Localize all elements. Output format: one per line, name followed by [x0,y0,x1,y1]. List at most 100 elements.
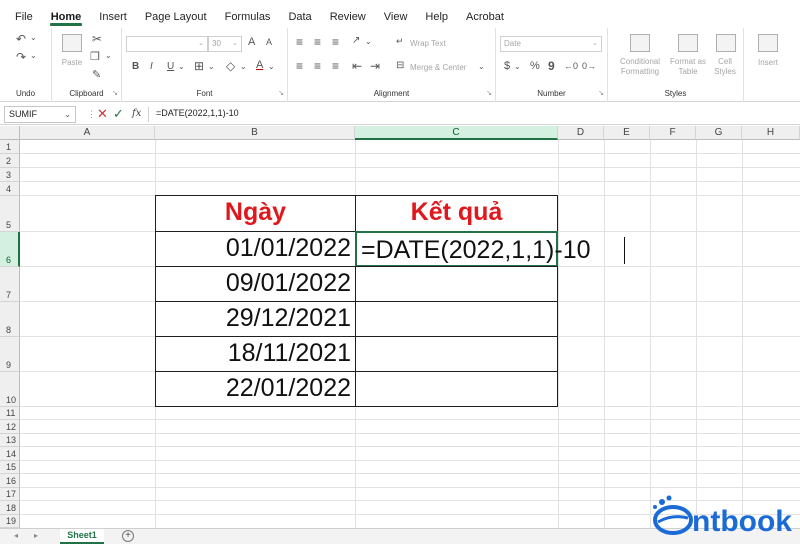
decrease-decimal-icon[interactable]: 0→ [582,61,596,71]
row-header-16[interactable]: 16 [0,474,20,488]
formula-input[interactable]: =DATE(2022,1,1)-10 [156,108,239,118]
align-left-icon[interactable]: ≡ [296,59,303,73]
column-header-g[interactable]: G [696,126,742,140]
borders-icon[interactable]: ⊞ [194,59,204,73]
menu-acrobat[interactable]: Acrobat [457,0,513,28]
insert-cells-button[interactable]: Insert [748,58,788,68]
font-color-dropdown-icon[interactable]: ⌄ [268,62,275,71]
menu-data[interactable]: Data [279,0,320,28]
paste-icon[interactable] [62,34,82,52]
conditional-formatting-button[interactable]: Conditional Formatting [610,57,670,77]
cell-b7-date[interactable]: 09/01/2022 [155,266,356,302]
row-header-10[interactable]: 10 [0,372,20,407]
shrink-font-icon[interactable]: A [266,37,272,47]
column-header-e[interactable]: E [604,126,650,140]
sheet-tab-sheet1[interactable]: Sheet1 [60,529,104,544]
menu-formulas[interactable]: Formulas [216,0,280,28]
redo-dropdown-icon[interactable]: ⌄ [30,51,37,60]
menu-file[interactable]: File [6,0,42,28]
cut-icon[interactable]: ✂ [92,32,102,46]
wrap-text-icon[interactable]: ↵ [396,36,404,47]
formula-bar-grip-icon[interactable]: ⋮ [87,109,96,120]
cell-c5-header-ket-qua[interactable]: Kết quả [355,195,558,232]
menu-view[interactable]: View [375,0,417,28]
column-header-b[interactable]: B [155,126,355,140]
menu-page-layout[interactable]: Page Layout [136,0,216,28]
comma-style-icon[interactable]: 9 [548,59,555,73]
format-as-table-button[interactable]: Format as Table [666,57,710,77]
increase-indent-icon[interactable]: ⇥ [370,59,380,73]
row-header-9[interactable]: 9 [0,337,20,372]
cell-b9-date[interactable]: 18/11/2021 [155,336,356,372]
merge-dropdown-icon[interactable]: ⌄ [478,62,485,71]
column-header-a[interactable]: A [20,126,155,140]
row-header-2[interactable]: 2 [0,154,20,168]
cell-b5-header-ngay[interactable]: Ngày [155,195,356,232]
cell-c8[interactable] [355,301,558,337]
scroll-tabs-right-icon[interactable]: ▸ [34,531,38,540]
menu-insert[interactable]: Insert [90,0,136,28]
row-header-6[interactable]: 6 [0,232,20,267]
menu-help[interactable]: Help [416,0,457,28]
cell-c7[interactable] [355,266,558,302]
paste-label[interactable]: Paste [54,58,90,68]
cancel-icon[interactable]: ✕ [97,106,108,122]
row-header-14[interactable]: 14 [0,447,20,461]
grow-font-icon[interactable]: A [248,36,255,48]
column-header-c[interactable]: C [355,126,558,140]
align-right-icon[interactable]: ≡ [332,59,339,73]
alignment-launcher-icon[interactable]: ↘ [486,89,492,97]
row-header-1[interactable]: 1 [0,140,20,154]
cell-b6-date[interactable]: 01/01/2022 [155,231,356,267]
number-format-combo[interactable]: Date ⌄ [500,36,602,52]
row-header-12[interactable]: 12 [0,420,20,434]
underline-dropdown-icon[interactable]: ⌄ [178,62,185,71]
undo-icon[interactable]: ↶ [16,32,26,46]
font-name-combo[interactable]: ⌄ [126,36,208,52]
cell-c9[interactable] [355,336,558,372]
cell-styles-button[interactable]: Cell Styles [708,57,742,77]
fill-color-icon[interactable]: ◇ [226,59,235,73]
cell-c10[interactable] [355,371,558,407]
format-painter-icon[interactable]: ✎ [92,68,101,81]
underline-button[interactable]: U [167,61,174,72]
cell-b10-date[interactable]: 22/01/2022 [155,371,356,407]
column-header-h[interactable]: H [742,126,800,140]
row-header-3[interactable]: 3 [0,168,20,182]
copy-dropdown-icon[interactable]: ⌄ [105,51,112,60]
borders-dropdown-icon[interactable]: ⌄ [208,62,215,71]
row-header-4[interactable]: 4 [0,182,20,196]
row-header-5[interactable]: 5 [0,196,20,232]
font-color-icon[interactable]: A [256,59,263,71]
row-header-13[interactable]: 13 [0,434,20,447]
row-header-17[interactable]: 17 [0,488,20,501]
conditional-formatting-icon[interactable] [630,34,650,52]
wrap-text-button[interactable]: Wrap Text [410,39,446,49]
insert-function-icon[interactable]: fx [132,108,141,119]
insert-cells-icon[interactable] [758,34,778,52]
column-header-d[interactable]: D [558,126,604,140]
enter-check-icon[interactable]: ✓ [113,106,124,122]
row-header-19[interactable]: 19 [0,515,20,528]
row-header-11[interactable]: 11 [0,407,20,420]
copy-icon[interactable]: ❐ [90,50,100,63]
align-middle-icon[interactable]: ≡ [314,35,321,49]
add-sheet-button[interactable]: + [122,530,134,542]
undo-dropdown-icon[interactable]: ⌄ [30,33,37,42]
percent-icon[interactable]: % [530,60,540,72]
row-header-18[interactable]: 18 [0,501,20,515]
cell-c6-editing-text[interactable]: =DATE(2022,1,1)-10 [361,234,591,267]
row-header-15[interactable]: 15 [0,461,20,474]
orientation-dropdown-icon[interactable]: ⌄ [365,37,372,46]
bold-button[interactable]: B [132,61,139,72]
row-header-7[interactable]: 7 [0,267,20,302]
scroll-tabs-left-icon[interactable]: ◂ [14,531,18,540]
number-launcher-icon[interactable]: ↘ [598,89,604,97]
currency-icon[interactable]: $ [504,60,510,72]
cell-b8-date[interactable]: 29/12/2021 [155,301,356,337]
orientation-icon[interactable]: ↗ [352,35,360,46]
name-box-dropdown-icon[interactable]: ⌄ [64,107,71,122]
row-header-8[interactable]: 8 [0,302,20,337]
column-header-f[interactable]: F [650,126,696,140]
currency-dropdown-icon[interactable]: ⌄ [514,62,521,71]
